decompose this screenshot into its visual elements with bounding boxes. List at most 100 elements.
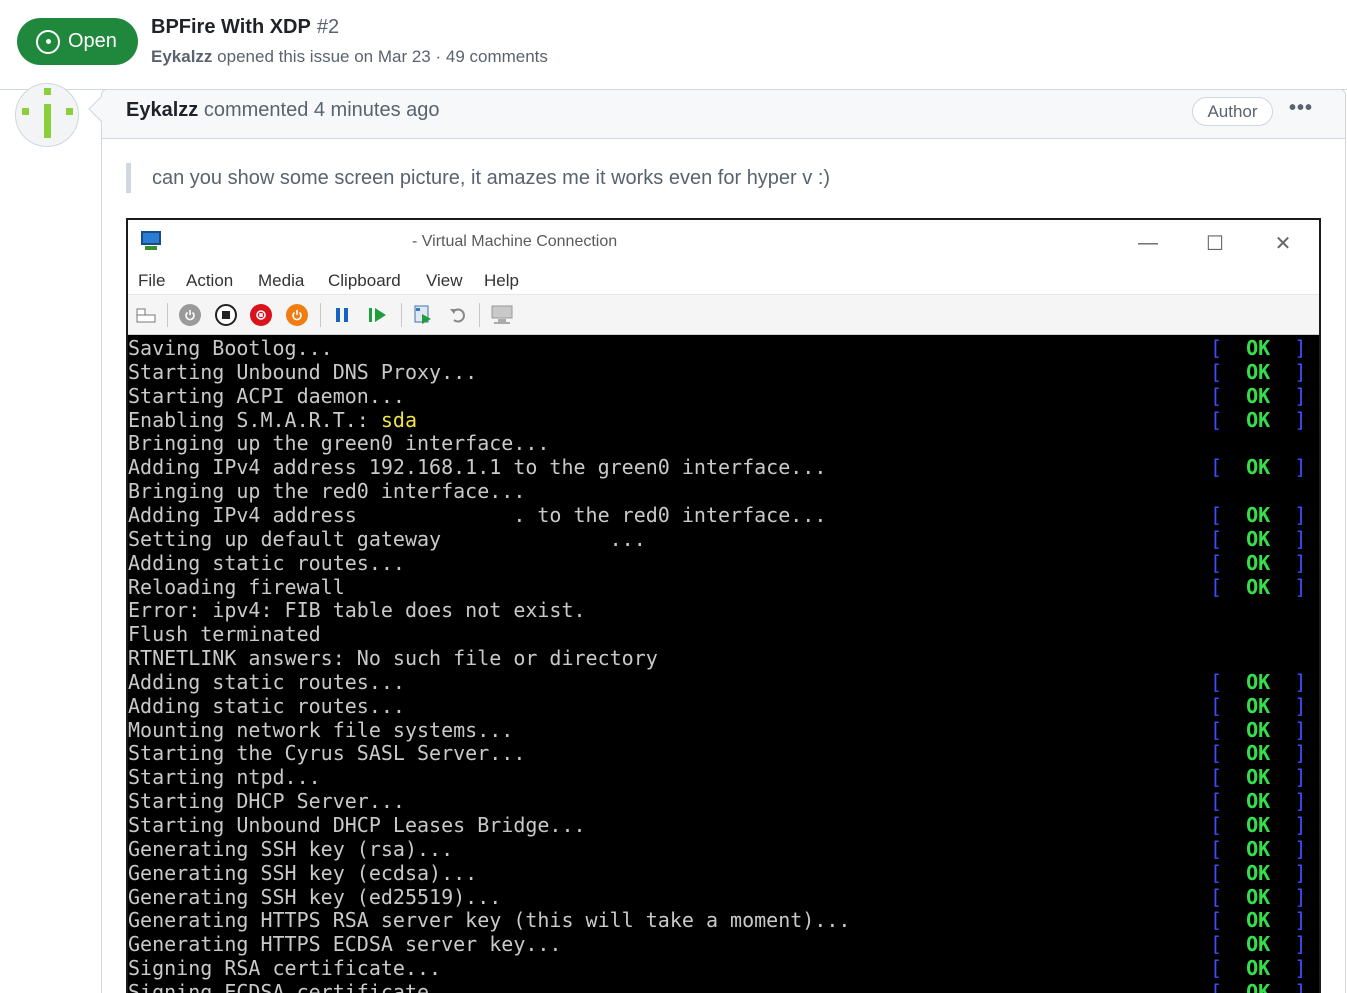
ok-status: [ OK ]	[1210, 861, 1306, 885]
ok-bracket-open: [	[1210, 932, 1223, 957]
menu-file: File	[138, 271, 166, 290]
console-line: Generating SSH key (ed25519)... [ OK ]	[128, 885, 1319, 909]
console-line: Generating HTTPS ECDSA server key... [ OK…	[128, 932, 1319, 956]
menu-action: Action	[186, 271, 234, 290]
console-line-text: Generating SSH key (ed25519)...	[128, 885, 501, 909]
console-line: Generating HTTPS RSA server key (this wi…	[128, 908, 1319, 932]
console-line: Mounting network file systems... [ OK ]	[128, 718, 1319, 742]
vm-screenshot-image[interactable]: - Virtual Machine Connection — ☐ ✕ File …	[126, 218, 1321, 993]
vm-menubar: File Action Media Clipboard View Help	[128, 265, 1319, 295]
console-line-text: Bringing up the red0 interface...	[128, 479, 525, 503]
ok-label: OK	[1246, 741, 1271, 766]
issue-header: Open BPFire With XDP #2 Eykalzz opened th…	[0, 0, 1347, 90]
console-message: Generating HTTPS RSA server key (this wi…	[128, 908, 851, 933]
console-line-text: Error: ipv4: FIB table does not exist.	[128, 598, 586, 622]
console-message: Signing ECDSA certificate...	[128, 979, 466, 993]
console-message: Adding static routes...	[128, 550, 405, 575]
start-disabled-icon	[178, 303, 202, 327]
ok-bracket-close: ]	[1294, 717, 1307, 742]
ok-status: [ OK ]	[1210, 837, 1306, 861]
ok-bracket-close: ]	[1294, 359, 1307, 384]
ok-label: OK	[1246, 550, 1271, 575]
ok-label: OK	[1246, 908, 1271, 933]
console-message: Starting DHCP Server...	[128, 789, 405, 814]
console-line: Error: ipv4: FIB table does not exist.	[128, 598, 1319, 622]
ok-bracket-close: ]	[1294, 741, 1307, 766]
revert-icon	[446, 303, 470, 327]
quote-text: can you show some screen picture, it ama…	[152, 166, 831, 189]
ok-bracket-open: [	[1210, 550, 1223, 575]
issue-opened-icon	[36, 29, 60, 54]
ok-bracket-close: ]	[1294, 574, 1307, 599]
minimize-icon: —	[1138, 231, 1158, 254]
console-line-text: Signing ECDSA certificate...	[128, 980, 465, 993]
ok-bracket-close: ]	[1294, 884, 1307, 909]
ok-label: OK	[1246, 359, 1271, 384]
console-line-text: Setting up default gateway ...	[128, 527, 646, 551]
vm-connection-icon	[139, 229, 165, 253]
console-line: Bringing up the red0 interface...	[128, 479, 1319, 503]
console-message: Enabling S.M.A.R.T.:	[128, 407, 381, 432]
console-line: Starting ntpd... [ OK ]	[128, 765, 1319, 789]
console-line: Saving Bootlog... [ OK ]	[128, 336, 1319, 360]
issue-author-link[interactable]: Eykalzz	[151, 47, 212, 66]
console-line-text: Starting ACPI daemon...	[128, 384, 405, 408]
ok-status: [ OK ]	[1210, 813, 1306, 837]
comment-author-link[interactable]: Eykalzz	[126, 99, 198, 121]
ok-bracket-open: [	[1210, 884, 1223, 909]
menu-media: Media	[258, 271, 305, 290]
issue-state-badge: Open	[17, 18, 138, 65]
console-line: Reloading firewall [ OK ]	[128, 575, 1319, 599]
console-line-text: Adding static routes...	[128, 670, 405, 694]
ok-label: OK	[1246, 813, 1271, 837]
ok-bracket-open: [	[1210, 693, 1223, 718]
console-message: Mounting network file systems...	[128, 717, 514, 742]
ok-label: OK	[1246, 836, 1271, 861]
console-message: Starting the Cyrus SASL Server...	[128, 741, 526, 766]
ok-bracket-open: [	[1210, 860, 1223, 885]
ok-status: [ OK ]	[1210, 360, 1306, 384]
issue-meta: Eykalzz opened this issue on Mar 23 · 49…	[151, 47, 548, 67]
console-line: Adding IPv4 address 192.168.1.1 to the g…	[128, 455, 1319, 479]
console-line-text: Starting Unbound DNS Proxy...	[128, 360, 477, 384]
vm-titlebar: - Virtual Machine Connection — ☐ ✕	[128, 220, 1319, 265]
vm-window-title: - Virtual Machine Connection	[412, 233, 618, 250]
pause-icon	[330, 303, 354, 327]
ok-label: OK	[1246, 693, 1271, 718]
ok-bracket-close: ]	[1294, 383, 1307, 408]
ok-label: OK	[1246, 669, 1271, 694]
ok-bracket-close: ]	[1294, 813, 1307, 837]
console-line: Starting Unbound DNS Proxy... [ OK ]	[128, 360, 1319, 384]
issue-number: #2	[316, 16, 340, 38]
console-line-text: Reloading firewall	[128, 575, 345, 599]
console-line: Adding static routes... [ OK ]	[128, 551, 1319, 575]
console-message: Generating SSH key (ecdsa)...	[128, 860, 478, 885]
comment-timestamp[interactable]: commented 4 minutes ago	[204, 99, 440, 121]
ok-bracket-close: ]	[1294, 956, 1307, 981]
console-message: Flush terminated	[128, 622, 321, 647]
console-message: Adding static routes...	[128, 693, 405, 718]
kebab-menu-icon[interactable]: •••	[1289, 97, 1313, 120]
ok-label: OK	[1246, 860, 1271, 885]
console-message: Starting ACPI daemon...	[128, 383, 405, 408]
console-line-text: Adding IPv4 address . to the red0 interf…	[128, 503, 826, 527]
ok-status: [ OK ]	[1210, 718, 1306, 742]
menu-clipboard: Clipboard	[328, 271, 401, 290]
issue-state-label: Open	[68, 30, 117, 52]
ok-bracket-close: ]	[1294, 407, 1307, 432]
ok-bracket-open: [	[1210, 574, 1223, 599]
ok-status: [ OK ]	[1210, 908, 1306, 932]
avatar[interactable]	[15, 83, 79, 147]
console-line-text: Starting DHCP Server...	[128, 789, 405, 813]
vm-toolbar	[128, 295, 1319, 335]
console-message: Starting Unbound DNS Proxy...	[128, 359, 478, 384]
ok-status: [ OK ]	[1210, 527, 1306, 551]
ok-label: OK	[1246, 932, 1271, 957]
ok-status: [ OK ]	[1210, 408, 1306, 432]
ok-bracket-close: ]	[1294, 550, 1307, 575]
console-line-text: Generating HTTPS ECDSA server key...	[128, 932, 561, 956]
ok-label: OK	[1246, 884, 1271, 909]
menu-view: View	[426, 271, 463, 290]
author-badge: Author	[1192, 97, 1273, 126]
console-message: Reloading firewall	[128, 574, 345, 599]
